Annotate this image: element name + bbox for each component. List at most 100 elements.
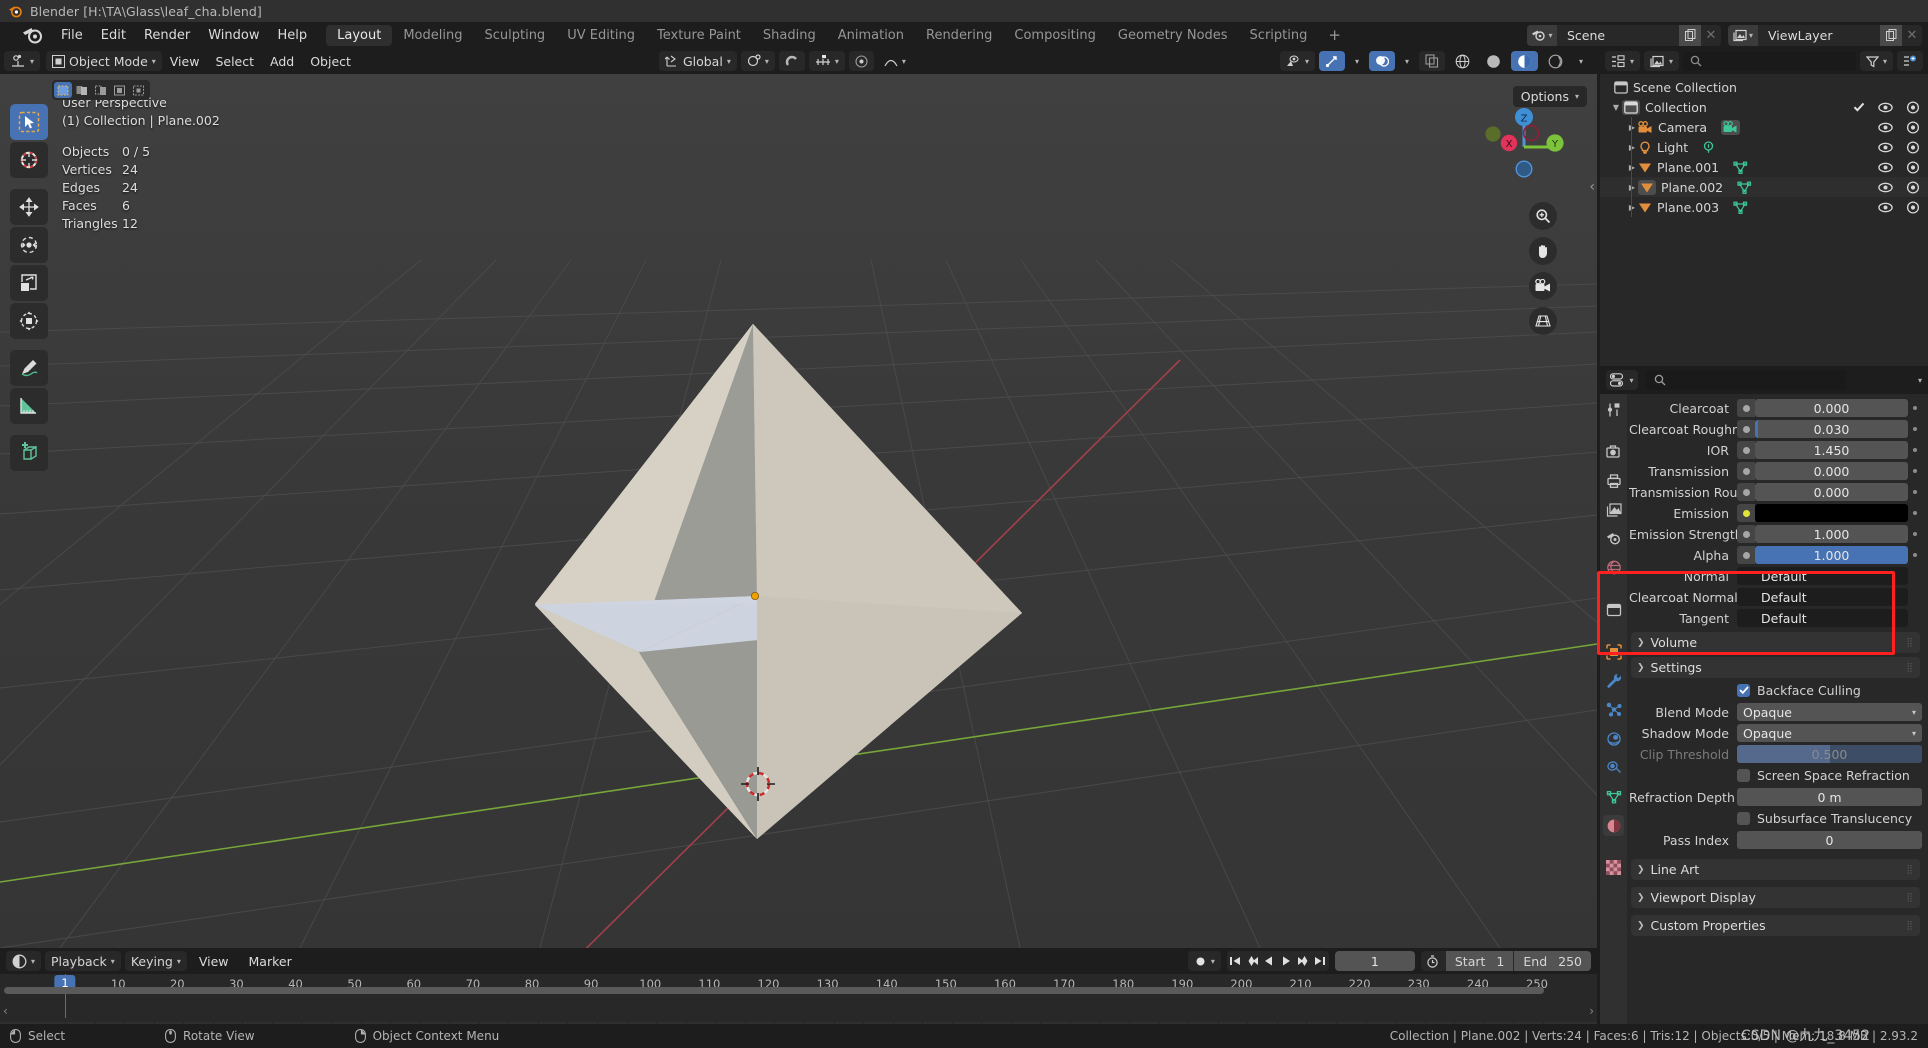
input-clearcoat[interactable]: 0.000: [1755, 399, 1908, 417]
editor-type-button[interactable]: ▾: [4, 51, 41, 71]
shading-wireframe-button[interactable]: [1449, 51, 1476, 71]
shading-dropdown[interactable]: ▾: [1573, 51, 1589, 71]
checkbox-enabled-icon[interactable]: [1853, 101, 1865, 113]
tab-compositing[interactable]: Compositing: [1003, 25, 1107, 46]
outliner-display-mode-button[interactable]: ▾: [1644, 51, 1680, 71]
animate-dot-alpha[interactable]: [1908, 553, 1922, 557]
input-transmission-roughness[interactable]: 0.000: [1755, 483, 1908, 501]
animate-dot-ior[interactable]: [1908, 448, 1922, 452]
tool-cursor[interactable]: [10, 142, 48, 178]
outliner-filter-button[interactable]: ▾: [1859, 51, 1893, 71]
select-set-icon[interactable]: [54, 82, 72, 98]
tool-transform[interactable]: [10, 303, 48, 339]
panel-header-line-art[interactable]: ❯ Line Art ⣿: [1631, 859, 1920, 880]
panel-header-settings[interactable]: ❯ Settings ⣿: [1631, 657, 1920, 678]
tab-output[interactable]: [1603, 470, 1624, 491]
interaction-mode-selector[interactable]: Object Mode ▾: [46, 51, 162, 71]
previous-keyframe-icon[interactable]: [1244, 951, 1261, 971]
tab-animation[interactable]: Animation: [827, 25, 915, 46]
mesh-data-icon[interactable]: [1733, 201, 1748, 214]
dropdown-shadow-mode[interactable]: Opaque ▾: [1737, 724, 1922, 742]
animate-dot-transmission[interactable]: [1908, 469, 1922, 473]
disclosure-triangle-collection[interactable]: ▼: [1610, 103, 1622, 112]
transform-orientation-selector[interactable]: Global ▾: [658, 51, 737, 71]
eye-icon[interactable]: [1878, 162, 1893, 173]
camera-render-icon[interactable]: [1906, 200, 1920, 214]
tab-view-layer[interactable]: [1603, 499, 1624, 520]
outliner-editor-type-button[interactable]: ▾: [1605, 51, 1641, 71]
properties-editor[interactable]: ▾ ▾ Clearcoat 0.000 Clearcoat Roughn 0.0…: [1597, 366, 1928, 1024]
tab-object[interactable]: [1603, 641, 1624, 662]
start-frame-input[interactable]: Start 1: [1445, 951, 1514, 971]
socket-alpha[interactable]: [1737, 546, 1755, 564]
select-intersect-icon[interactable]: [130, 82, 148, 98]
tab-uv-editing[interactable]: UV Editing: [556, 25, 646, 46]
xray-toggle-button[interactable]: [1418, 51, 1445, 71]
socket-transmission-roughness[interactable]: [1737, 483, 1755, 501]
tool-annotate[interactable]: [10, 350, 48, 386]
checkbox-backface-culling[interactable]: [1737, 683, 1750, 697]
tab-modifiers[interactable]: [1603, 670, 1624, 691]
tab-rendering[interactable]: Rendering: [915, 25, 1003, 46]
sidebar-expand-arrow[interactable]: ‹: [1589, 179, 1595, 195]
tool-tweak-select[interactable]: [10, 104, 48, 140]
current-frame-input[interactable]: 1: [1334, 951, 1415, 971]
input-tangent[interactable]: Default: [1737, 609, 1908, 627]
viewport-menu-select[interactable]: Select: [207, 52, 262, 71]
menu-help[interactable]: Help: [269, 25, 317, 46]
camera-render-icon[interactable]: [1906, 120, 1920, 134]
eye-icon[interactable]: [1878, 102, 1893, 113]
input-pass-index[interactable]: 0: [1737, 831, 1922, 849]
properties-options-dropdown[interactable]: ▾: [1918, 376, 1922, 385]
tab-geometry-nodes[interactable]: Geometry Nodes: [1107, 25, 1239, 46]
tab-shading[interactable]: Shading: [752, 25, 827, 46]
disclosure-triangle-camera[interactable]: ▶: [1626, 123, 1638, 132]
disclosure-triangle-light[interactable]: ▶: [1626, 143, 1638, 152]
new-scene-icon[interactable]: [1679, 24, 1701, 46]
tab-sculpting[interactable]: Sculpting: [473, 25, 556, 46]
select-difference-icon[interactable]: [111, 82, 129, 98]
tool-rotate[interactable]: [10, 227, 48, 263]
overlays-toggle-button[interactable]: [1368, 51, 1395, 71]
socket-ior[interactable]: [1737, 441, 1755, 459]
properties-search-input[interactable]: [1646, 370, 1846, 390]
menu-window[interactable]: Window: [199, 25, 268, 46]
outliner-editor[interactable]: ▾ ▾ ▾ Scene Collection ▼ Collection ▶ Ca…: [1600, 48, 1928, 366]
delete-viewlayer-icon[interactable]: ✕: [1902, 24, 1922, 46]
use-preview-range-icon[interactable]: [1421, 954, 1445, 968]
tab-world[interactable]: [1603, 557, 1624, 578]
viewport-menu-object[interactable]: Object: [302, 52, 359, 71]
input-transmission[interactable]: 0.000: [1755, 462, 1908, 480]
falloff-type-button[interactable]: ▾: [878, 51, 912, 71]
viewport-menu-add[interactable]: Add: [262, 52, 302, 71]
disclosure-triangle-plane-002[interactable]: ▶: [1626, 183, 1638, 192]
select-subtract-icon[interactable]: [92, 82, 110, 98]
animate-dot-emission[interactable]: [1908, 511, 1922, 515]
tool-add-cube[interactable]: [10, 435, 48, 471]
camera-view-icon[interactable]: [1529, 272, 1557, 300]
shading-material-preview-button[interactable]: [1510, 51, 1538, 71]
tab-collection[interactable]: [1603, 599, 1624, 620]
color-swatch-emission[interactable]: [1755, 504, 1908, 522]
timeline-menu-marker[interactable]: Marker: [241, 952, 300, 971]
eye-icon[interactable]: [1878, 142, 1893, 153]
timeline-menu-view[interactable]: View: [191, 952, 237, 971]
shading-solid-button[interactable]: [1480, 51, 1507, 71]
3d-viewport[interactable]: User Perspective (1) Collection | Plane.…: [0, 74, 1597, 948]
eye-icon[interactable]: [1878, 182, 1893, 193]
input-clearcoat-normal[interactable]: Default: [1737, 588, 1908, 606]
timeline-menu-keying[interactable]: Keying ▾: [124, 951, 187, 971]
blender-logo-icon[interactable]: [22, 25, 44, 45]
camera-data-icon[interactable]: [1721, 119, 1741, 135]
timeline-editor-type-button[interactable]: ▾: [6, 951, 42, 971]
checkbox-subsurface-translucency[interactable]: [1737, 811, 1750, 825]
ortho-persp-toggle-icon[interactable]: [1529, 307, 1557, 335]
input-clearcoat-roughness[interactable]: 0.030: [1755, 420, 1908, 438]
delete-scene-icon[interactable]: ✕: [1701, 24, 1721, 46]
socket-transmission[interactable]: [1737, 462, 1755, 480]
socket-emission[interactable]: [1737, 504, 1755, 522]
tab-texture[interactable]: [1603, 857, 1624, 878]
disclosure-triangle-plane-003[interactable]: ▶: [1626, 203, 1638, 212]
pan-hand-icon[interactable]: [1529, 237, 1557, 265]
outliner-row-plane-002[interactable]: ▶ Plane.002: [1600, 177, 1928, 197]
